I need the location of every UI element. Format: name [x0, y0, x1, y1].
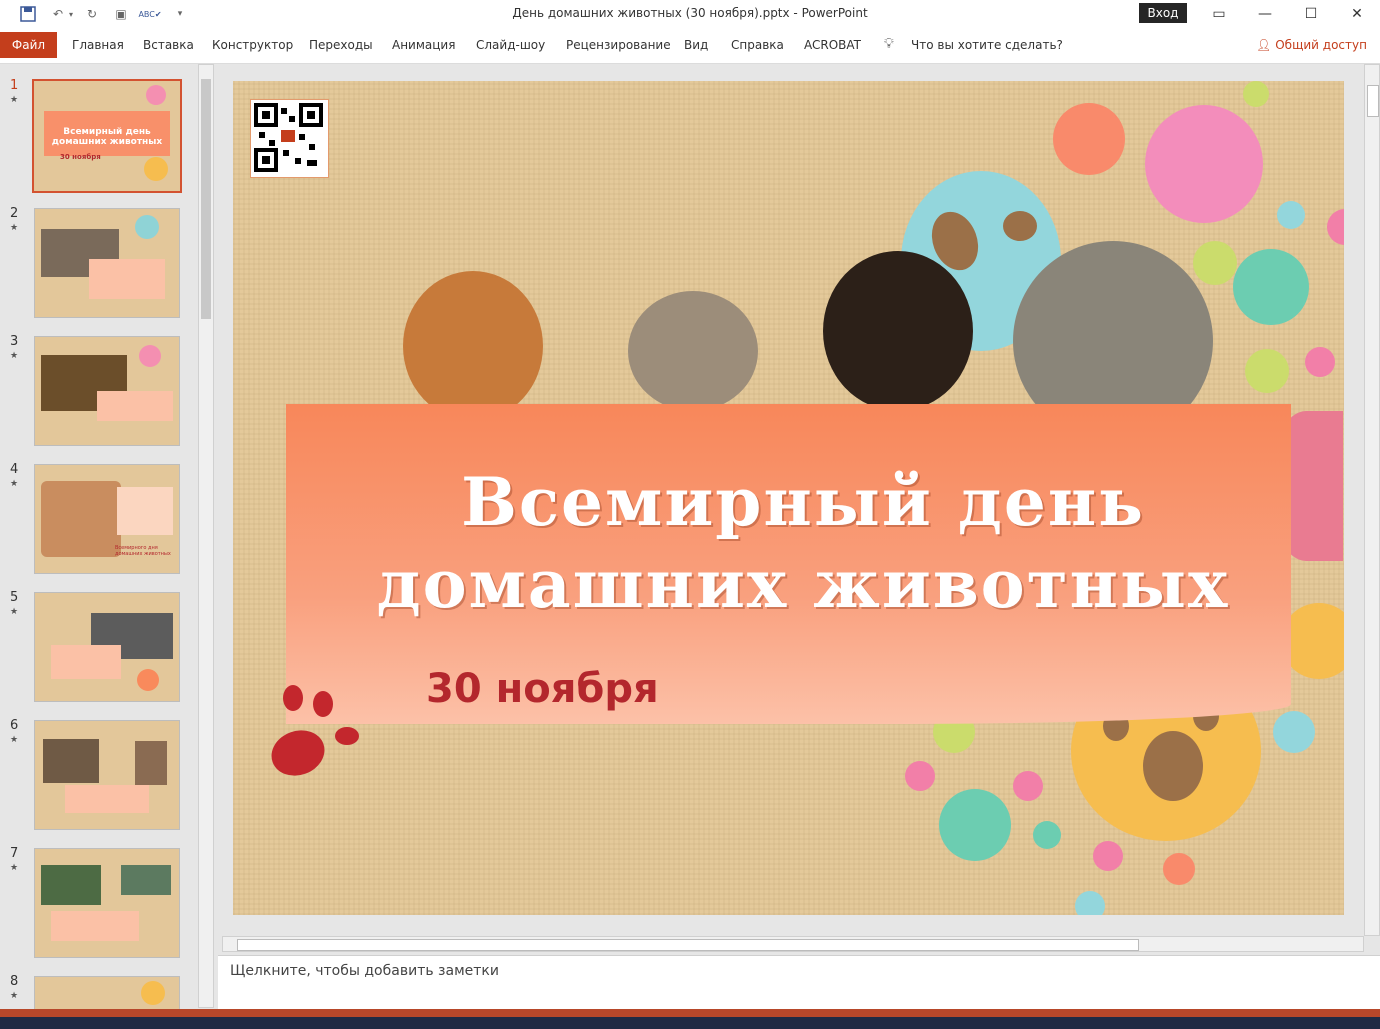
scroll-thumb[interactable] — [1367, 85, 1379, 117]
slide-thumbnail-2[interactable] — [34, 208, 180, 318]
thumb-number: 4 — [10, 462, 19, 477]
animation-star-icon: ★ — [10, 863, 19, 873]
windows-taskbar — [0, 1017, 1380, 1029]
slide-thumbnail-8[interactable] — [34, 976, 180, 1011]
save-icon[interactable] — [18, 4, 38, 24]
animation-star-icon: ★ — [10, 479, 19, 489]
person-icon: 👤︎ — [1256, 38, 1272, 52]
slide-thumbnail-3[interactable] — [34, 336, 180, 446]
slide-title-line-2: домашних животных — [376, 545, 1230, 623]
tab-view[interactable]: Вид — [684, 38, 708, 52]
main-slide[interactable]: Всемирный день домашних животных 30 нояб… — [233, 81, 1344, 915]
customize-qat-icon[interactable]: ▾ — [170, 4, 190, 24]
spelling-icon[interactable]: ABC✔ — [138, 4, 161, 24]
animation-star-icon: ★ — [10, 223, 19, 233]
thumb-caption: Всемирного дня домашних животных — [115, 545, 171, 557]
thumb-number: 6 — [10, 718, 19, 733]
thumb-number: 7 — [10, 846, 19, 861]
slide-horizontal-scrollbar[interactable] — [222, 936, 1364, 952]
slide-vertical-scrollbar[interactable] — [1364, 64, 1380, 936]
maximize-button[interactable]: ☐ — [1288, 0, 1334, 28]
thumb-date: 30 ноября — [60, 153, 101, 161]
presentation-icon[interactable]: ▣ — [111, 4, 131, 24]
window-title: День домашних животных (30 ноября).pptx … — [512, 6, 868, 20]
slide-thumbnail-5[interactable] — [34, 592, 180, 702]
red-paw-icon — [265, 723, 331, 783]
animation-star-icon: ★ — [10, 735, 19, 745]
dog-illustration — [403, 271, 543, 421]
tab-slideshow[interactable]: Слайд-шоу — [476, 38, 545, 52]
minimize-button[interactable]: — — [1242, 0, 1288, 28]
scroll-thumb[interactable] — [201, 79, 211, 319]
animation-star-icon: ★ — [10, 607, 19, 617]
lightbulb-icon: 💡︎ — [884, 36, 894, 52]
tab-home[interactable]: Главная — [72, 38, 124, 52]
slide-date[interactable]: 30 ноября — [426, 666, 659, 712]
slide-thumbnail-7[interactable] — [34, 848, 180, 958]
close-button[interactable]: ✕ — [1334, 0, 1380, 28]
ribbon-display-icon[interactable]: ▭ — [1196, 0, 1242, 28]
thumb-number: 8 — [10, 974, 19, 989]
tab-insert[interactable]: Вставка — [143, 38, 194, 52]
tab-review[interactable]: Рецензирование — [566, 38, 671, 52]
tab-animations[interactable]: Анимация — [392, 38, 455, 52]
sign-in-button[interactable]: Вход — [1139, 3, 1187, 23]
tab-help[interactable]: Справка — [731, 38, 784, 52]
thumb-title: Всемирный день домашних животных — [51, 127, 163, 147]
animation-star-icon: ★ — [10, 95, 19, 105]
tab-acrobat[interactable]: ACROBAT — [804, 38, 861, 52]
slide-thumbnail-6[interactable] — [34, 720, 180, 830]
thumb-number: 5 — [10, 590, 19, 605]
thumb-number: 1 — [10, 78, 19, 93]
tab-design[interactable]: Конструктор — [212, 38, 293, 52]
thumbnail-scrollbar[interactable] — [198, 64, 214, 1008]
slide-title-line-1: Всемирный день — [461, 463, 1145, 541]
thumb-number: 3 — [10, 334, 19, 349]
animation-star-icon: ★ — [10, 991, 19, 1001]
thumb-number: 2 — [10, 206, 19, 221]
tab-transitions[interactable]: Переходы — [309, 38, 373, 52]
notes-placeholder[interactable]: Щелкните, чтобы добавить заметки — [230, 963, 499, 979]
puppy-illustration — [823, 251, 973, 411]
animation-star-icon: ★ — [10, 351, 19, 361]
slide-title[interactable]: Всемирный день домашних животных — [313, 461, 1293, 625]
cat-illustration — [628, 291, 758, 411]
undo-dropdown-icon[interactable]: ▾ — [66, 4, 76, 24]
redo-icon[interactable]: ↻ — [82, 4, 102, 24]
undo-icon[interactable]: ↶ — [48, 4, 68, 24]
share-button[interactable]: 👤︎ Общий доступ — [1256, 38, 1367, 52]
tab-file[interactable]: Файл — [0, 32, 57, 58]
qr-code-image[interactable] — [250, 99, 329, 178]
slide-thumbnail-1[interactable]: Всемирный день домашних животных 30 нояб… — [32, 79, 182, 193]
share-label: Общий доступ — [1275, 38, 1367, 52]
title-bar: ↶ ▾ ↻ ▣ ABC✔ ▾ День домашних животных (3… — [0, 0, 1380, 28]
scroll-thumb[interactable] — [237, 939, 1139, 951]
tell-me-input[interactable]: Что вы хотите сделать? — [911, 38, 1063, 52]
slide-thumbnail-4[interactable]: Всемирного дня домашних животных — [34, 464, 180, 574]
